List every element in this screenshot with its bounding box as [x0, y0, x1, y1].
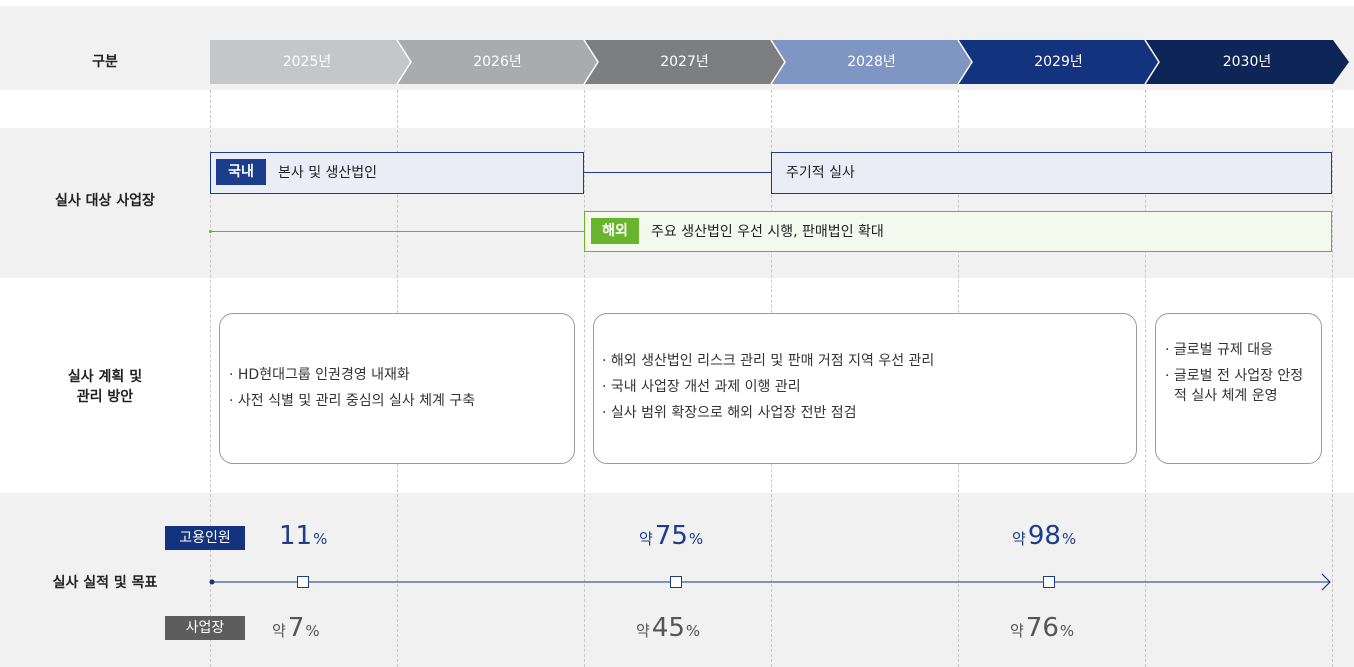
- timeline-marker-2029: [1043, 576, 1055, 588]
- plan-item: · 글로벌 전 사업장 안정적 실사 체계 운영: [1165, 368, 1304, 404]
- year-label-2030: 2030년: [1222, 54, 1272, 70]
- domestic-tag: 국내: [216, 159, 266, 185]
- plan-card-2027-2029: · 해외 생산법인 리스크 관리 및 판매 거점 지역 우선 관리 · 국내 사…: [593, 313, 1137, 464]
- year-label-2028: 2028년: [847, 54, 896, 70]
- overseas-tag: 해외: [591, 218, 639, 244]
- employees-value-2027: 약75%: [639, 521, 704, 551]
- sites-value-2025: 약7%: [272, 613, 320, 643]
- timeline-marker-2027: [670, 576, 682, 588]
- year-label-2025: 2025년: [282, 54, 332, 70]
- year-label-2029: 2029년: [1034, 54, 1083, 70]
- timeline-marker-2025: [297, 576, 309, 588]
- sites-value-2027: 약45%: [636, 613, 701, 643]
- plan-card-2025-2026: · HD현대그룹 인권경영 내재화 · 사전 식별 및 관리 중심의 실사 체계…: [219, 313, 575, 464]
- employees-tag: 고용인원: [165, 526, 245, 550]
- year-label-2026: 2026년: [473, 54, 522, 70]
- plan-item: · 글로벌 규제 대응: [1165, 342, 1273, 358]
- employees-value-2029: 약98%: [1012, 521, 1077, 551]
- year-timeline: [210, 39, 1349, 85]
- plan-item: · 실사 범위 확장으로 해외 사업장 전반 점검: [602, 405, 857, 421]
- plan-item: · 국내 사업장 개선 과제 이행 관리: [602, 379, 801, 395]
- domestic-box: [210, 152, 584, 194]
- plan-label-line2: 관리 방안: [76, 389, 134, 405]
- domestic-periodic-text: 주기적 실사: [786, 165, 855, 181]
- domestic-connector: [584, 172, 771, 173]
- domestic-text: 본사 및 생산법인: [278, 165, 378, 181]
- plan-item: · 해외 생산법인 리스크 관리 및 판매 거점 지역 우선 관리: [602, 353, 935, 369]
- sites-value-2029: 약76%: [1010, 613, 1075, 643]
- plan-item: · HD현대그룹 인권경영 내재화: [229, 367, 410, 383]
- overseas-text: 주요 생산법인 우선 시행, 판매법인 확대: [651, 224, 884, 240]
- domestic-periodic-box: [771, 152, 1332, 194]
- sites-tag: 사업장: [165, 616, 245, 640]
- plan-label-line1: 실사 계획 및: [67, 369, 143, 385]
- overseas-connector: [211, 231, 584, 232]
- plan-card-2030: · 글로벌 규제 대응 · 글로벌 전 사업장 안정적 실사 체계 운영: [1155, 313, 1322, 464]
- year-label-2027: 2027년: [660, 54, 709, 70]
- target-sites-label: 실사 대상 사업장: [55, 193, 155, 209]
- plan-item: · 사전 식별 및 관리 중심의 실사 체계 구축: [229, 393, 476, 409]
- plan-label: 실사 계획 및 관리 방안: [0, 367, 210, 407]
- employees-value-2025: 11%: [279, 521, 328, 551]
